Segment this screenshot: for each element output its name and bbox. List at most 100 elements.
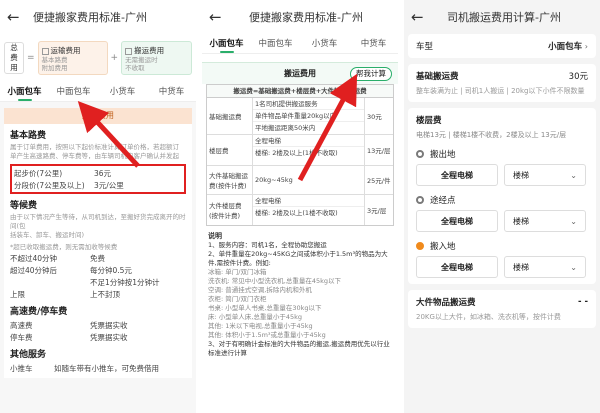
chevron-down-icon: ⌄ — [570, 216, 577, 226]
carry-fee-title: 搬运费用 — [134, 46, 165, 55]
big-item-value: - - — [577, 297, 588, 307]
tab-medium-van[interactable]: 中面包车 — [49, 85, 98, 101]
carry-fee-calculator-panel: ← 司机搬运费用计算-广州 车型 小面包车 › 基础搬运费 30元 整车装满为止… — [404, 0, 600, 413]
top-bar: ← 便捷搬家费用标准-广州 — [202, 0, 398, 34]
highlight-box: 起步价(7公里) 36元 分段价(7公里及以上) 3元/公里 — [10, 164, 186, 194]
notes-block: 说明 1、服务内容：司机1名，全程协助您搬运 2、单件重量在20kg~45KG之… — [208, 232, 390, 357]
dropoff-dot-icon — [416, 242, 424, 250]
equals-sign: = — [27, 53, 35, 63]
table-row: 大件基础搬运费(按件计费) 20kg~45kg 25元/件 — [207, 166, 393, 195]
big-item-card: 大件物品搬运费 - - 20KG以上大件，如冰箱、洗衣机等，按件计费 — [408, 290, 596, 328]
floor-fee-desc: 电梯13元 | 楼梯1楼不收费，2楼及以上 13元/层 — [416, 131, 567, 139]
screenshot-stage: ← 便捷搬家费用标准-广州 总费用 = 运输费用 基本路费 附加费用 + 搬运费… — [0, 0, 600, 413]
carry-fee-panel: ← 便捷搬家费用标准-广州 小面包车 中面包车 小货车 中货车 搬运费用 帮我计… — [202, 0, 398, 413]
base-fee-label: 基础搬运费 — [416, 72, 459, 82]
transport-fee-title: 运输费用 — [50, 46, 81, 55]
stop-dropoff: 搬入地 — [416, 240, 588, 252]
table-row: 基础搬运费 1名司机提供搬运服务 单件物品单件重量20kg以内 平地搬运距离50… — [207, 98, 393, 135]
vehicle-label: 车型 — [416, 42, 434, 52]
stop-pickup: 搬出地 — [416, 148, 588, 160]
wait-fee-heading: 等候费 — [10, 201, 38, 211]
tab-small-truck[interactable]: 小货车 — [98, 85, 147, 101]
tab-small-van[interactable]: 小面包车 — [0, 85, 49, 101]
carry-fee-title: 搬运费用 — [284, 69, 316, 78]
tab-medium-truck[interactable]: 中货车 — [147, 85, 196, 101]
other-service-block: 其他服务 小推车 如随车带有小推车，可免费借用 — [10, 347, 186, 374]
carry-fee-formula: 搬运费=基础搬运费+楼层费+大件物品搬运费 — [207, 85, 393, 98]
tab-small-van[interactable]: 小面包车 — [202, 37, 251, 53]
vehicle-value: 小面包车 — [548, 42, 583, 52]
transport-fee-banner: 运输费用 — [4, 108, 192, 124]
toll-fee-heading: 高速费/停车费 — [10, 307, 68, 317]
back-arrow-icon[interactable]: ← — [209, 0, 227, 34]
wait-fee-note: *超已收取搬运费，则无需加收等候费 — [10, 243, 118, 251]
page-title: 便捷搬家费用标准-广州 — [249, 11, 363, 24]
checkbox-icon — [41, 47, 49, 55]
top-bar: ← 司机搬运费用计算-广州 — [404, 0, 600, 34]
back-arrow-icon[interactable]: ← — [411, 0, 429, 34]
base-fee-desc: 整车装满为止 | 司机1人搬运 | 20kg以下小件不限数量 — [416, 87, 585, 95]
pickup-dot-icon — [416, 150, 424, 158]
plus-sign: + — [110, 53, 119, 63]
chevron-down-icon: ⌄ — [570, 262, 577, 272]
carry-fee-sub2: 不收取 — [125, 64, 145, 72]
waypoint-dot-icon — [416, 196, 424, 204]
fee-row: 超过40分钟后 每分钟0.5元 — [10, 265, 132, 275]
table-row: 大件楼层费(按件计费) 全程电梯 楼梯: 2楼及以上(1楼不收取) 3元/层 — [207, 195, 393, 225]
pickup-elevator-option[interactable]: 全程电梯 — [416, 164, 498, 186]
top-bar: ← 便捷搬家费用标准-广州 — [0, 0, 196, 34]
checkbox-icon — [125, 47, 133, 55]
base-fee-card: 基础搬运费 30元 整车装满为止 | 司机1人搬运 | 20kg以下小件不限数量 — [408, 64, 596, 102]
base-fee-desc1: 属于订单费用，按照以下起价标准计算订单价格，若超额订 — [10, 143, 179, 151]
other-service-heading: 其他服务 — [10, 350, 47, 360]
pickup-stairs-select[interactable]: 楼梯 ⌄ — [504, 164, 586, 186]
page-title: 司机搬运费用计算-广州 — [447, 11, 561, 24]
carry-fee-header: 搬运费用 帮我计算 — [202, 62, 398, 84]
floor-fee-card: 楼层费 电梯13元 | 楼梯1楼不收费，2楼及以上 13元/层 搬出地 全程电梯… — [408, 108, 596, 284]
total-fee-box: 总费用 — [4, 42, 24, 74]
dropoff-stairs-select[interactable]: 楼梯 ⌄ — [504, 256, 586, 278]
transport-fee-card: 运输费用 基本路费 附加费用 — [37, 41, 108, 75]
vehicle-tabs: 小面包车 中面包车 小货车 中货车 — [202, 34, 398, 54]
carry-fee-table: 搬运费=基础搬运费+楼层费+大件物品搬运费 基础搬运费 1名司机提供搬运服务 单… — [206, 84, 394, 226]
toll-fee-block: 高速费/停车费 高速费 凭票据实收 停车费 凭票据实收 — [10, 304, 186, 343]
vehicle-card[interactable]: 车型 小面包车 › — [408, 34, 596, 58]
fee-row: 不足1分钟按1分钟计 — [90, 277, 160, 287]
fee-row: 高速费 凭票据实收 — [10, 320, 128, 330]
transport-fee-sub2: 附加费用 — [41, 64, 68, 72]
waypoint-stairs-select[interactable]: 楼梯 ⌄ — [504, 210, 586, 232]
fee-formula: 总费用 = 运输费用 基本路费 附加费用 + 搬运费用 无需搬运时 不收取 — [0, 34, 196, 80]
fee-row: 小推车 如随车带有小推车，可免费借用 — [10, 363, 159, 373]
wait-fee-desc2: 括装车、卸车、搬运时间) — [10, 231, 85, 239]
base-fee-heading: 基本路费 — [10, 131, 47, 141]
tab-medium-van[interactable]: 中面包车 — [251, 37, 300, 53]
vehicle-tabs: 小面包车 中面包车 小货车 中货车 — [0, 80, 196, 102]
dropoff-elevator-option[interactable]: 全程电梯 — [416, 256, 498, 278]
carry-fee-sub1: 无需搬运时 — [125, 56, 158, 64]
fee-row: 起步价(7公里) 36元 — [14, 168, 112, 178]
back-arrow-icon[interactable]: ← — [7, 0, 25, 34]
waypoint-elevator-option[interactable]: 全程电梯 — [416, 210, 498, 232]
fee-row: 不超过40分钟 免费 — [10, 253, 105, 263]
big-item-label: 大件物品搬运费 — [416, 298, 476, 308]
base-fee-desc2: 单产生高速路费、停车费等，由车辆司机向客户确认并发起 — [10, 152, 179, 160]
fee-row: 上限 上不封顶 — [10, 289, 120, 299]
carry-fee-card: 搬运费用 无需搬运时 不收取 — [121, 41, 192, 75]
floor-fee-label: 楼层费 — [416, 116, 442, 126]
help-me-calculate-button[interactable]: 帮我计算 — [350, 67, 392, 81]
base-fee-section: 基本路费 属于订单费用，按照以下起价标准计算订单价格，若超额订 单产生高速路费、… — [4, 124, 192, 378]
table-row: 楼层费 全程电梯 楼梯: 2楼及以上(1楼不收取) 13元/层 — [207, 135, 393, 166]
page-title: 便捷搬家费用标准-广州 — [33, 11, 147, 24]
notes-heading: 说明 — [208, 232, 222, 240]
big-item-desc: 20KG以上大件，如冰箱、洗衣机等，按件计费 — [416, 313, 561, 321]
tab-medium-truck[interactable]: 中货车 — [349, 37, 398, 53]
stop-waypoint: 途经点 — [416, 194, 588, 206]
wait-fee-block: 等候费 由于以下情况产生等待，从司机到达，至搬好货完成离开的时间(包 括装车、卸… — [10, 198, 186, 300]
chevron-down-icon: ⌄ — [570, 170, 577, 180]
chevron-right-icon: › — [584, 42, 588, 51]
fee-row: 停车费 凭票据实收 — [10, 332, 128, 342]
fee-standard-panel: ← 便捷搬家费用标准-广州 总费用 = 运输费用 基本路费 附加费用 + 搬运费… — [0, 0, 196, 413]
fee-row: 分段价(7公里及以上) 3元/公里 — [14, 180, 124, 190]
tab-small-truck[interactable]: 小货车 — [300, 37, 349, 53]
transport-fee-sub1: 基本路费 — [41, 56, 68, 64]
